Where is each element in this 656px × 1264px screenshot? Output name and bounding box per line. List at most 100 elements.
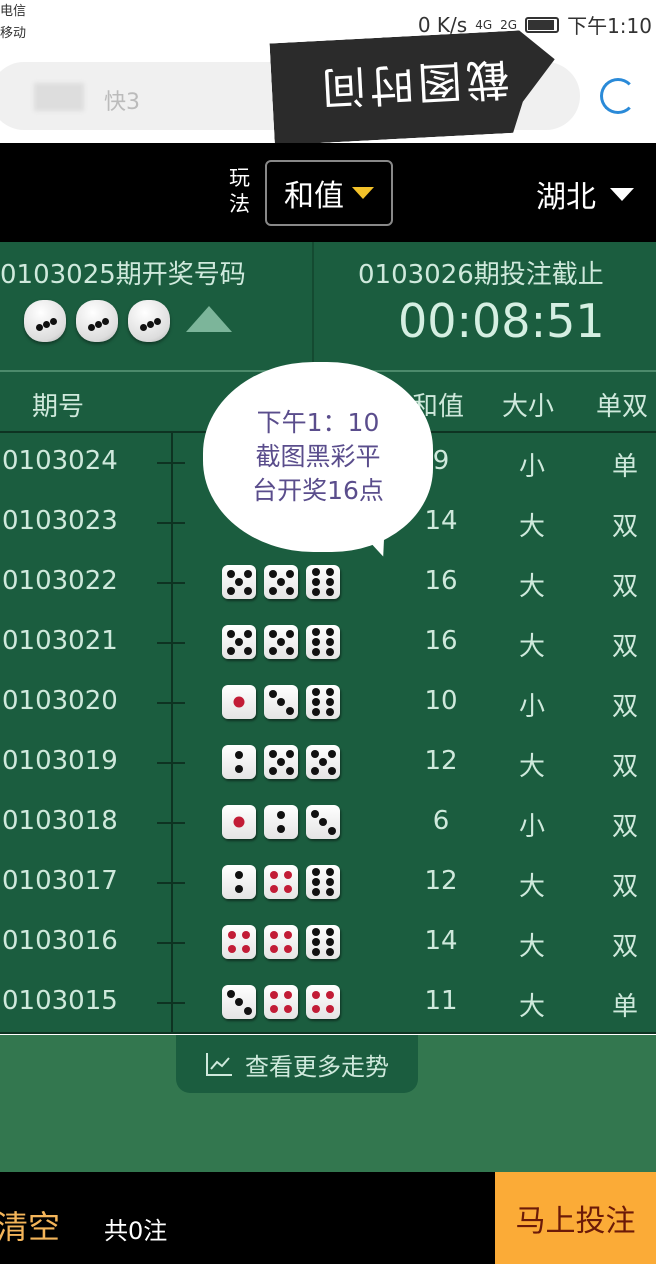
sum-cell: 11 bbox=[424, 986, 458, 1016]
die-4-icon bbox=[264, 865, 298, 899]
play-mode-select[interactable]: 和值 bbox=[265, 160, 393, 226]
header-size: 大小 bbox=[502, 392, 555, 422]
play-mode-value: 和值 bbox=[284, 179, 344, 214]
signal-2g-icon: 2G bbox=[500, 17, 518, 32]
tick-mark bbox=[157, 642, 185, 644]
parity-cell: 单 bbox=[611, 452, 638, 482]
table-row: 0103016 14 大 双 bbox=[0, 912, 656, 972]
parity-cell: 双 bbox=[611, 632, 638, 662]
expand-up-icon[interactable] bbox=[186, 306, 232, 332]
die-4-icon bbox=[306, 985, 340, 1019]
sum-cell: 14 bbox=[424, 506, 458, 536]
more-trends-label: 查看更多走势 bbox=[245, 1052, 389, 1081]
table-row: 0103019 12 大 双 bbox=[0, 732, 656, 792]
size-cell: 大 bbox=[518, 752, 545, 782]
die-2-icon bbox=[264, 805, 298, 839]
dropdown-arrow-icon bbox=[610, 187, 634, 201]
divider bbox=[312, 242, 314, 372]
die-5-icon bbox=[222, 565, 256, 599]
tick-mark bbox=[157, 822, 185, 824]
tick-mark bbox=[157, 582, 185, 584]
die-4-icon bbox=[264, 985, 298, 1019]
line-chart-icon bbox=[206, 1053, 232, 1076]
sum-cell: 12 bbox=[424, 746, 458, 776]
die-6-icon bbox=[306, 925, 340, 959]
die-2-icon bbox=[222, 865, 256, 899]
die-1-icon bbox=[222, 805, 256, 839]
net-speed: 0 K/s bbox=[417, 12, 468, 37]
table-row: 0103020 10 小 双 bbox=[0, 672, 656, 732]
place-bet-label: 马上投注 bbox=[515, 1204, 636, 1239]
battery-icon bbox=[525, 16, 560, 33]
parity-cell: 双 bbox=[611, 932, 638, 962]
die-3-icon bbox=[306, 805, 340, 839]
period-cell: 0103021 bbox=[2, 626, 118, 656]
countdown-timer: 00:08:51 bbox=[398, 294, 605, 348]
place-bet-button[interactable]: 马上投注 bbox=[495, 1172, 656, 1264]
size-cell: 小 bbox=[518, 452, 545, 482]
parity-cell: 双 bbox=[611, 572, 638, 602]
sum-cell: 10 bbox=[424, 686, 458, 716]
size-cell: 大 bbox=[518, 512, 545, 542]
tick-mark bbox=[157, 942, 185, 944]
refresh-icon[interactable] bbox=[600, 78, 636, 114]
clock: 下午1:10 bbox=[567, 14, 652, 38]
die-4-icon bbox=[222, 925, 256, 959]
period-cell: 0103016 bbox=[2, 926, 118, 956]
period-cell: 0103017 bbox=[2, 866, 118, 896]
parity-cell: 单 bbox=[611, 992, 638, 1022]
annotation-line-3: 台开奖16点 bbox=[252, 476, 384, 505]
table-row: 0103022 16 大 双 bbox=[0, 552, 656, 612]
die-4-icon bbox=[264, 925, 298, 959]
clear-button[interactable]: 清空 bbox=[0, 1202, 60, 1248]
tick-mark bbox=[157, 1002, 185, 1004]
die-3-icon bbox=[76, 300, 118, 342]
size-cell: 大 bbox=[518, 632, 545, 662]
blurred-name bbox=[34, 83, 84, 111]
more-trends-button[interactable]: 查看更多走势 bbox=[176, 1035, 418, 1093]
region-select[interactable]: 湖北 bbox=[536, 172, 634, 216]
size-cell: 大 bbox=[518, 572, 545, 602]
sum-cell: 16 bbox=[424, 566, 458, 596]
parity-cell: 双 bbox=[611, 512, 638, 542]
die-3-icon bbox=[222, 985, 256, 1019]
period-cell: 0103018 bbox=[2, 806, 118, 836]
tick-mark bbox=[157, 882, 185, 884]
tick-mark bbox=[157, 762, 185, 764]
parity-cell: 双 bbox=[611, 752, 638, 782]
bet-count: 共0注 bbox=[104, 1217, 168, 1245]
die-3-icon bbox=[264, 685, 298, 719]
die-6-icon bbox=[306, 685, 340, 719]
die-1-icon bbox=[222, 685, 256, 719]
period-cell: 0103022 bbox=[2, 566, 118, 596]
die-5-icon bbox=[306, 745, 340, 779]
size-cell: 小 bbox=[518, 812, 545, 842]
table-row: 0103021 16 大 双 bbox=[0, 612, 656, 672]
sticker-text: 截图时间 bbox=[316, 52, 511, 113]
next-draw-label: 0103026期投注截止 bbox=[358, 260, 604, 290]
period-cell: 0103015 bbox=[2, 986, 118, 1016]
parity-cell: 双 bbox=[611, 692, 638, 722]
die-5-icon bbox=[264, 565, 298, 599]
carrier-1: 电信 bbox=[0, 4, 27, 19]
size-cell: 大 bbox=[518, 992, 545, 1022]
die-6-icon bbox=[306, 565, 340, 599]
die-5-icon bbox=[222, 625, 256, 659]
period-cell: 0103020 bbox=[2, 686, 118, 716]
size-cell: 大 bbox=[518, 872, 545, 902]
tick-mark bbox=[157, 462, 185, 464]
region-value: 湖北 bbox=[536, 180, 596, 215]
header-parity: 单双 bbox=[596, 392, 649, 422]
period-cell: 0103024 bbox=[2, 446, 118, 476]
die-2-icon bbox=[222, 745, 256, 779]
header-period: 期号 bbox=[32, 392, 85, 422]
sum-cell: 16 bbox=[424, 626, 458, 656]
period-cell: 0103019 bbox=[2, 746, 118, 776]
die-6-icon bbox=[306, 625, 340, 659]
table-row: 0103018 6 小 双 bbox=[0, 792, 656, 852]
last-draw-label: 0103025期开奖号码 bbox=[0, 260, 246, 290]
size-cell: 大 bbox=[518, 932, 545, 962]
game-title: 快3 bbox=[104, 90, 140, 115]
signal-4g-icon: 4G bbox=[475, 17, 493, 32]
tick-mark bbox=[157, 522, 185, 524]
